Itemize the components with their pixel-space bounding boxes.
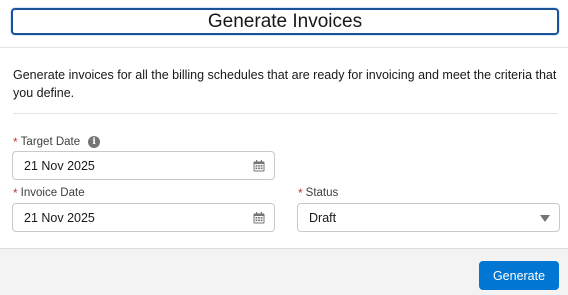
modal-footer: Generate bbox=[0, 248, 568, 295]
target-date-label-text: Target Date bbox=[20, 136, 81, 148]
target-date-value: 21 Nov 2025 bbox=[24, 158, 95, 173]
calendar-icon[interactable] bbox=[253, 212, 265, 224]
required-marker: * bbox=[13, 135, 18, 149]
status-label-text: Status bbox=[305, 187, 339, 199]
info-icon[interactable]: i bbox=[88, 136, 101, 148]
status-select[interactable]: Draft bbox=[297, 203, 560, 232]
invoice-date-label: * Invoice Date bbox=[13, 186, 85, 200]
invoice-date-value: 21 Nov 2025 bbox=[24, 210, 95, 225]
target-date-label: * Target Date i bbox=[13, 135, 101, 149]
invoice-date-label-text: Invoice Date bbox=[20, 187, 85, 199]
status-value: Draft bbox=[309, 210, 337, 225]
target-date-input[interactable]: 21 Nov 2025 bbox=[12, 151, 275, 180]
chevron-down-icon[interactable] bbox=[540, 215, 550, 222]
status-label: * Status bbox=[298, 186, 338, 200]
generate-button[interactable]: Generate bbox=[479, 261, 559, 290]
generate-invoices-modal: Generate Invoices Generate invoices for … bbox=[0, 0, 568, 295]
modal-body: Generate invoices for all the billing sc… bbox=[0, 49, 568, 248]
calendar-icon[interactable] bbox=[253, 160, 265, 172]
invoice-date-input[interactable]: 21 Nov 2025 bbox=[12, 203, 275, 232]
modal-header: Generate Invoices bbox=[0, 0, 568, 48]
modal-title: Generate Invoices bbox=[11, 8, 559, 35]
required-marker: * bbox=[13, 186, 18, 200]
required-marker: * bbox=[298, 186, 303, 200]
divider bbox=[13, 113, 558, 114]
description-text: Generate invoices for all the billing sc… bbox=[13, 68, 557, 100]
